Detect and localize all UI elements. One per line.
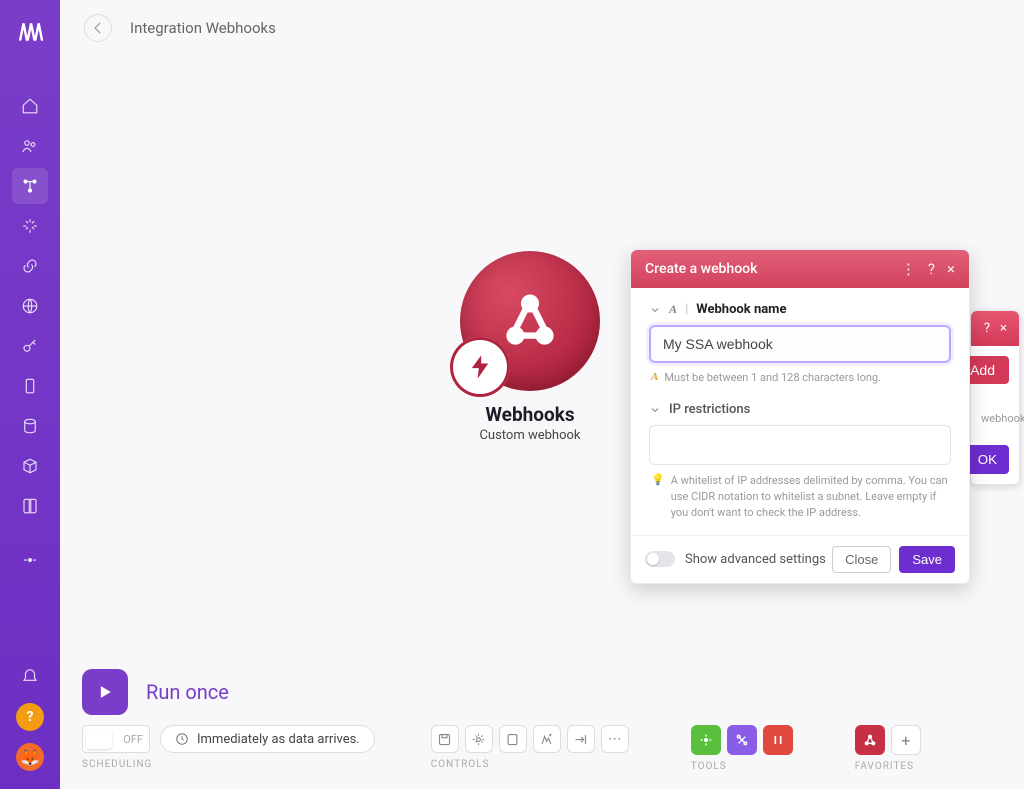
- more-controls-icon[interactable]: ⋯: [601, 725, 629, 753]
- tool-text[interactable]: [763, 725, 793, 755]
- canvas: Webhooks Custom webhook ? × Add webhooks…: [60, 56, 1024, 719]
- chevron-down-icon[interactable]: [649, 304, 661, 316]
- explain-icon[interactable]: [567, 725, 595, 753]
- ip-restrictions-hint: A whitelist of IP addresses delimited by…: [671, 473, 949, 521]
- nav-devices[interactable]: [12, 368, 48, 404]
- help-icon[interactable]: ?: [984, 321, 990, 336]
- auto-align-icon[interactable]: [533, 725, 561, 753]
- scheduling-label: SCHEDULING: [82, 759, 375, 770]
- chevron-down-icon[interactable]: [649, 404, 661, 416]
- topbar: Integration Webhooks: [60, 0, 1024, 56]
- webhook-node[interactable]: Webhooks Custom webhook: [460, 251, 600, 443]
- save-icon[interactable]: [431, 725, 459, 753]
- scheduling-toggle[interactable]: OFF: [82, 725, 150, 753]
- close-button[interactable]: Close: [832, 546, 891, 573]
- webhook-name-input[interactable]: [649, 325, 951, 363]
- clock-icon: [175, 732, 189, 746]
- add-favorite[interactable]: +: [891, 725, 921, 755]
- nav-box[interactable]: [12, 448, 48, 484]
- ok-button[interactable]: OK: [966, 445, 1009, 474]
- ip-restrictions-label: IP restrictions: [669, 402, 750, 417]
- help-icon[interactable]: ?: [928, 260, 935, 278]
- nav-more[interactable]: [12, 542, 48, 578]
- avatar[interactable]: 🦊: [16, 743, 44, 771]
- webhook-select-dialog: ? × Add webhooks, el OK: [970, 310, 1020, 485]
- schedule-info[interactable]: Immediately as data arrives.: [160, 725, 375, 753]
- nav-scenarios[interactable]: [12, 168, 48, 204]
- webhook-name-hint: Must be between 1 and 128 characters lon…: [664, 371, 881, 384]
- node-circle: [460, 251, 600, 391]
- nav-keys[interactable]: [12, 328, 48, 364]
- nav-data[interactable]: [12, 408, 48, 444]
- close-icon[interactable]: ×: [1000, 321, 1007, 336]
- modal-title: Create a webhook: [645, 261, 757, 277]
- note-icon[interactable]: [499, 725, 527, 753]
- warning-icon: A: [651, 371, 658, 383]
- modal-header: Create a webhook ⋮ ? ×: [631, 250, 969, 288]
- node-title: Webhooks: [460, 403, 600, 426]
- more-icon[interactable]: ⋮: [901, 260, 916, 278]
- nav-notifications[interactable]: [12, 657, 48, 693]
- advanced-label: Show advanced settings: [685, 552, 826, 567]
- favorites-label: FAVORITES: [855, 761, 921, 772]
- logo: [17, 18, 43, 48]
- tool-flow[interactable]: [691, 725, 721, 755]
- bottombar: Run once OFF Immediately as data arrives…: [82, 669, 1024, 789]
- ip-restrictions-input[interactable]: [649, 425, 951, 465]
- node-subtitle: Custom webhook: [460, 428, 600, 443]
- controls-label: CONTROLS: [431, 759, 629, 770]
- nav-webhooks[interactable]: [12, 288, 48, 324]
- sidebar: ? 🦊: [0, 0, 60, 789]
- create-webhook-modal: Create a webhook ⋮ ? × A | Webhook name …: [630, 249, 970, 584]
- close-icon[interactable]: ×: [947, 260, 955, 278]
- tools-label: TOOLS: [691, 761, 793, 772]
- nav-home[interactable]: [12, 88, 48, 124]
- favorite-webhook[interactable]: [855, 725, 885, 755]
- page-title: Integration Webhooks: [130, 19, 276, 37]
- webhook-name-label: Webhook name: [696, 302, 786, 317]
- run-once-button[interactable]: [82, 669, 128, 715]
- hint-text: webhooks,: [981, 384, 1009, 425]
- type-indicator: A: [669, 302, 677, 317]
- run-once-label: Run once: [146, 680, 229, 704]
- nav-team[interactable]: [12, 128, 48, 164]
- back-button[interactable]: [84, 14, 112, 42]
- help-icon[interactable]: ?: [16, 703, 44, 731]
- nav-apps[interactable]: [12, 208, 48, 244]
- settings-icon[interactable]: [465, 725, 493, 753]
- nav-docs[interactable]: [12, 488, 48, 524]
- tool-tools[interactable]: [727, 725, 757, 755]
- info-icon: 💡: [651, 473, 665, 486]
- save-button[interactable]: Save: [899, 546, 955, 573]
- nav-connections[interactable]: [12, 248, 48, 284]
- advanced-toggle[interactable]: [645, 551, 675, 567]
- instant-badge-icon: [450, 337, 510, 397]
